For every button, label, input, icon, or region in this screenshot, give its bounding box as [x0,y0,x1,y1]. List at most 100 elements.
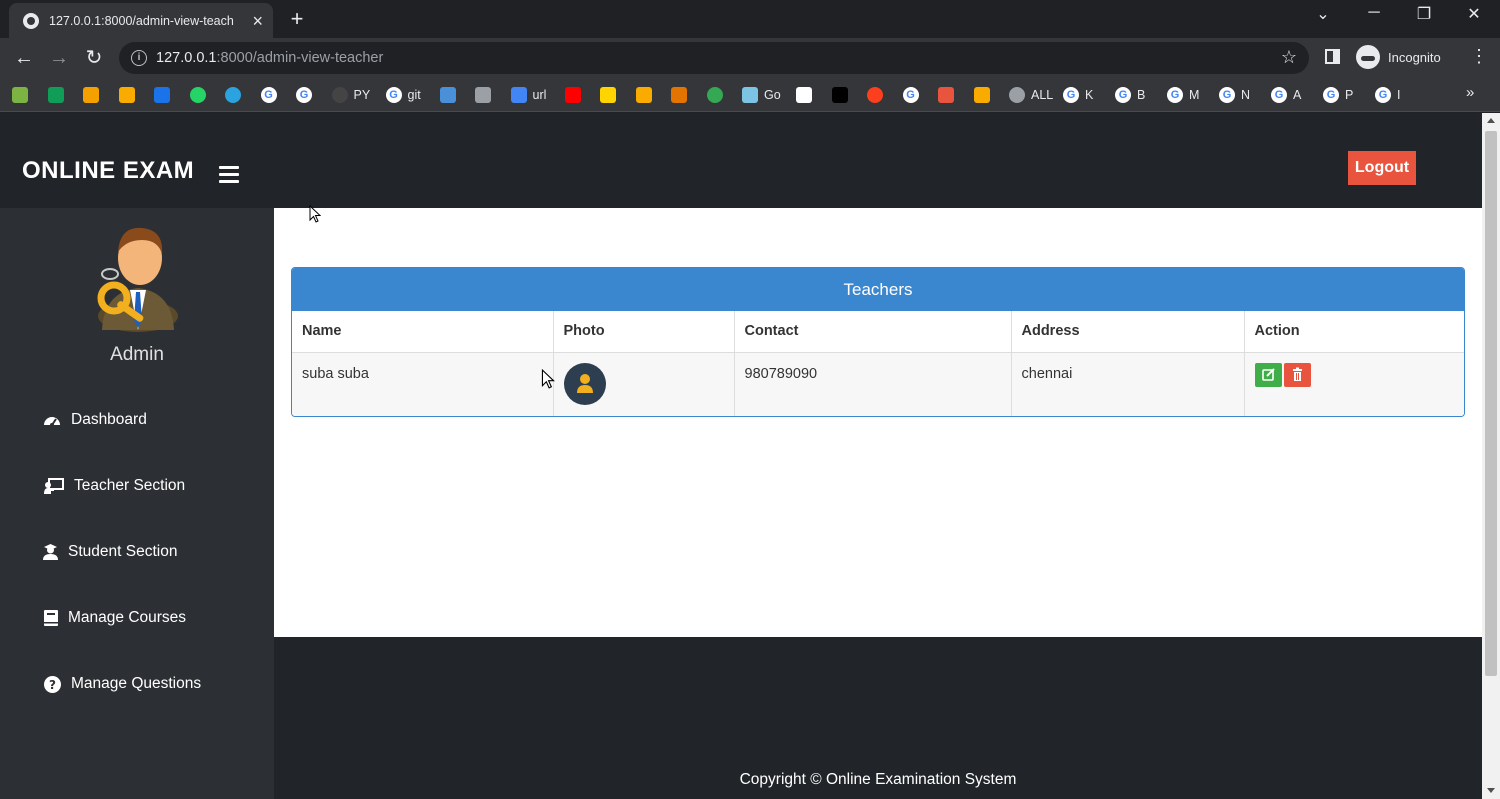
delete-teacher-button[interactable] [1283,362,1311,387]
bookmark-item[interactable] [973,85,990,105]
teachers-panel: Teachers Name Photo Contact Address Acti… [291,267,1465,417]
globe-icon [23,12,39,29]
bookmark-item[interactable]: A [1271,85,1301,105]
bookmark-item[interactable]: K [1063,85,1093,105]
bookmark-item[interactable] [635,85,652,105]
sidebar-item-teacher-section[interactable]: Teacher Section [44,474,185,498]
new-tab-button[interactable]: + [285,6,309,32]
teacher-actions-cell [1244,352,1464,416]
bookmarks-bar: PY git url Go ALL K B M N A P I [0,78,1500,112]
hamburger-menu-icon[interactable] [219,166,239,183]
question-circle-icon: ? [43,675,61,693]
browser-tab[interactable]: 127.0.0.1:8000/admin-view-teach × [9,3,273,38]
bookmark-item[interactable] [189,85,206,105]
white-doc-icon [796,87,812,103]
bookmark-item[interactable] [83,85,99,105]
google-icon [1115,87,1131,103]
page-scrollbar[interactable] [1482,113,1500,799]
table-row: suba suba 980789090 chennai [292,352,1464,416]
bookmark-item[interactable] [475,85,491,105]
bookmark-item[interactable] [831,85,848,105]
browser-menu-icon[interactable]: ⋮ [1470,46,1488,67]
bookmark-item[interactable] [796,85,812,105]
trash-icon [1292,367,1302,381]
incognito-label[interactable]: Incognito [1388,50,1441,65]
google-icon [1323,87,1339,103]
address-bar[interactable]: i 127.0.0.1:8000/admin-view-teacher ☆ [119,42,1309,74]
web-page: ONLINE EXAM Logout Admin Dashboard Teach… [0,113,1482,799]
site-info-icon[interactable]: i [131,50,147,66]
bookmark-item[interactable]: Go [742,85,781,105]
yandex-icon [867,87,883,103]
bookmark-item[interactable]: I [1375,85,1400,105]
brand-title[interactable]: ONLINE EXAM [22,157,194,185]
bookmark-label: K [1085,88,1094,102]
reload-button[interactable]: ↻ [80,46,108,70]
bookmark-item[interactable]: N [1219,85,1250,105]
scroll-down-icon[interactable] [1487,788,1495,793]
bookmark-item[interactable] [706,85,723,105]
bookmark-item[interactable] [600,85,616,105]
bookmarks-overflow-icon[interactable]: » [1466,84,1474,101]
bookmark-label: url [532,88,547,102]
tab-title: 127.0.0.1:8000/admin-view-teach [49,13,234,28]
bookmark-item[interactable] [439,85,456,105]
bookmark-item[interactable] [296,85,312,105]
cloud-icon [510,87,527,103]
url-text[interactable]: 127.0.0.1:8000/admin-view-teacher [156,50,383,66]
bookmark-item[interactable] [118,85,135,105]
bookmark-item[interactable] [867,85,883,105]
forward-button[interactable]: → [45,46,73,70]
tab-search-chevron-icon[interactable]: ⌄ [1308,4,1338,24]
incognito-icon[interactable] [1356,45,1380,69]
green-plus-icon [47,87,64,103]
bookmark-item[interactable] [154,85,170,105]
bookmark-star-icon[interactable]: ☆ [1281,47,1297,68]
bookmark-label: N [1241,88,1251,102]
bookmark-item[interactable]: ALL [1009,85,1053,105]
bookmark-item[interactable] [47,85,64,105]
bookmark-item[interactable] [564,85,581,105]
teacher-name: suba suba [292,352,554,416]
bookmark-item[interactable]: url [510,85,547,105]
bookmark-item[interactable]: P [1323,85,1353,105]
sidebar-item-manage-courses[interactable]: Manage Courses [43,606,186,630]
bookmark-item[interactable]: git [385,85,421,105]
scrollbar-thumb[interactable] [1485,131,1497,676]
side-panel-icon[interactable] [1325,49,1340,64]
google-icon [385,87,402,103]
bookmark-item[interactable] [902,85,919,105]
bookmark-item[interactable] [671,85,687,105]
bookmark-label: ALL [1031,88,1054,102]
bookmark-item[interactable]: B [1115,85,1145,105]
bookmark-label: P [1345,88,1354,102]
telegram-icon [225,87,241,103]
scroll-up-icon[interactable] [1487,118,1495,123]
bookmark-item[interactable] [260,85,277,105]
sidebar-item-manage-questions[interactable]: ? Manage Questions [43,672,201,696]
logout-button[interactable]: Logout [1348,151,1416,185]
minimize-button[interactable]: ─ [1359,4,1389,22]
close-window-button[interactable]: ✕ [1459,4,1489,24]
edit-teacher-button[interactable] [1254,362,1282,387]
sidebar-item-student-section[interactable]: Student Section [43,540,177,564]
bookmark-label: I [1397,88,1401,102]
tab-close-icon[interactable]: × [252,12,263,30]
top-navbar: ONLINE EXAM Logout [0,113,1482,208]
globe-icon [1009,87,1025,103]
back-button[interactable]: ← [10,46,38,70]
p-icon [600,87,616,103]
restore-button[interactable]: ❐ [1409,4,1439,24]
sidebar-item-label: Student Section [68,543,178,560]
google-icon [1167,87,1183,103]
column-header-contact: Contact [734,311,1012,353]
ieee-icon [154,87,170,103]
bookmark-item[interactable]: M [1167,85,1199,105]
green-leaf-icon [12,87,28,103]
bookmark-item[interactable] [938,85,954,105]
sidebar-item-dashboard[interactable]: Dashboard [43,408,147,432]
mouse-cursor-icon [309,205,321,223]
bookmark-item[interactable]: PY [331,85,370,105]
bookmark-item[interactable] [12,85,28,105]
bookmark-item[interactable] [225,85,241,105]
